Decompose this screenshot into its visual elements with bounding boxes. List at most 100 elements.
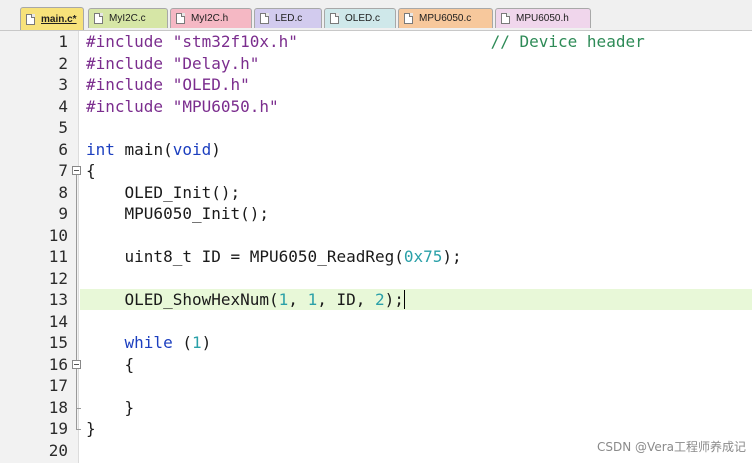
tab-label: main.c* bbox=[41, 13, 77, 25]
file-icon bbox=[330, 13, 339, 24]
tab-mpu6050-h[interactable]: MPU6050.h bbox=[495, 8, 591, 28]
code-text: uint8_t ID = MPU6050_ReadReg(0x75); bbox=[86, 246, 462, 267]
code-line[interactable]: 9 MPU6050_Init(); bbox=[0, 203, 752, 224]
line-number: 15 bbox=[48, 333, 68, 352]
code-token: { bbox=[86, 161, 96, 180]
text-caret bbox=[403, 290, 405, 309]
code-token: int bbox=[86, 139, 115, 159]
code-line[interactable]: 14 bbox=[0, 311, 752, 332]
code-token: "Delay.h" bbox=[172, 53, 260, 73]
line-number: 12 bbox=[48, 268, 68, 288]
code-text: int main(void) bbox=[86, 139, 221, 160]
code-line[interactable]: 8 OLED_Init(); bbox=[0, 182, 752, 203]
line-number: 19 bbox=[48, 419, 68, 438]
tab-label: MyI2C.c bbox=[109, 13, 146, 24]
code-text: { bbox=[86, 354, 135, 375]
watermark: CSDN @Vera工程师养成记 bbox=[597, 440, 746, 454]
code-line[interactable]: 5 bbox=[0, 117, 752, 138]
code-line[interactable]: 2 #include "Delay.h" bbox=[0, 53, 752, 74]
code-text: while (1) bbox=[86, 332, 212, 353]
code-token: , bbox=[288, 290, 308, 309]
editor-tab-bar: main.c* MyI2C.c MyI2C.h LED.c OLED.c MPU6050.… bbox=[0, 0, 752, 31]
code-token: } bbox=[86, 419, 96, 438]
line-number: 10 bbox=[48, 225, 68, 245]
code-token: "stm32f10x.h" bbox=[172, 32, 298, 51]
code-line[interactable]: 1 #include "stm32f10x.h" // Device header bbox=[0, 31, 752, 52]
line-number: 5 bbox=[58, 118, 68, 137]
line-number: 7 bbox=[58, 161, 68, 180]
code-line[interactable]: 18 } bbox=[0, 397, 752, 418]
code-token: uint8_t ID = MPU6050_ReadReg( bbox=[86, 247, 404, 266]
line-number: 2 bbox=[58, 53, 68, 73]
code-line[interactable]: 10 bbox=[0, 225, 752, 246]
code-token: 0x75 bbox=[403, 247, 443, 266]
code-text: MPU6050_Init(); bbox=[86, 203, 270, 224]
code-token: , ID, bbox=[317, 290, 375, 309]
code-token: #include bbox=[86, 96, 173, 116]
code-line[interactable]: 15 while (1) bbox=[0, 332, 752, 353]
code-editor[interactable]: 1 #include "stm32f10x.h" // Device header… bbox=[0, 31, 752, 463]
code-line[interactable]: 17 bbox=[0, 375, 752, 396]
code-token: MPU6050_Init(); bbox=[86, 204, 270, 223]
tab-mpu6050-c[interactable]: MPU6050.c bbox=[398, 8, 493, 28]
line-number: 6 bbox=[58, 139, 68, 159]
line-number: 18 bbox=[48, 397, 68, 417]
tab-label: MPU6050.h bbox=[516, 13, 569, 24]
code-token: // Device header bbox=[490, 32, 645, 51]
code-line[interactable]: 3 #include "OLED.h" bbox=[0, 74, 752, 95]
file-icon bbox=[26, 13, 35, 25]
code-line[interactable]: 19} bbox=[0, 418, 752, 439]
code-line[interactable]: 4 #include "MPU6050.h" bbox=[0, 96, 752, 117]
fold-end-marker bbox=[76, 407, 81, 409]
code-token: "OLED.h" bbox=[172, 75, 250, 94]
code-text: OLED_Init(); bbox=[86, 182, 241, 203]
code-line[interactable]: 13 OLED_ShowHexNum(1, 1, ID, 2); bbox=[0, 289, 752, 310]
code-text: #include "OLED.h" bbox=[86, 74, 250, 95]
code-token: ) bbox=[201, 333, 212, 352]
code-token: 1 bbox=[278, 290, 289, 309]
tab-myi2c-c[interactable]: MyI2C.c bbox=[88, 8, 168, 28]
line-number: 3 bbox=[58, 75, 68, 94]
code-line[interactable]: 16 { bbox=[0, 354, 752, 375]
code-token: #include bbox=[86, 75, 173, 94]
file-icon bbox=[260, 13, 269, 24]
code-line[interactable]: 12 bbox=[0, 268, 752, 289]
code-token: #include bbox=[86, 32, 173, 51]
code-line[interactable]: 11 uint8_t ID = MPU6050_ReadReg(0x75); bbox=[0, 246, 752, 267]
code-token: OLED_ShowHexNum( bbox=[86, 290, 279, 309]
file-icon bbox=[501, 13, 510, 24]
code-token: ); bbox=[384, 290, 404, 309]
line-number: 9 bbox=[58, 204, 68, 223]
line-number: 11 bbox=[48, 247, 68, 266]
fold-toggle-main[interactable] bbox=[72, 166, 81, 175]
fold-end-marker bbox=[76, 429, 81, 430]
code-token: OLED_Init(); bbox=[86, 182, 241, 202]
tab-label: LED.c bbox=[275, 13, 303, 24]
tab-main-c[interactable]: main.c* bbox=[20, 7, 84, 30]
code-token: 1 bbox=[191, 333, 202, 352]
tab-myi2c-h[interactable]: MyI2C.h bbox=[170, 8, 252, 28]
line-number: 4 bbox=[58, 96, 68, 116]
file-icon bbox=[94, 13, 103, 24]
line-number: 20 bbox=[48, 440, 68, 460]
code-token: main( bbox=[114, 139, 173, 159]
code-text: OLED_ShowHexNum(1, 1, ID, 2); bbox=[86, 289, 405, 310]
line-number: 14 bbox=[48, 311, 68, 331]
line-number: 17 bbox=[48, 376, 68, 395]
fold-toggle-while[interactable] bbox=[72, 359, 81, 369]
code-line[interactable]: 7{ bbox=[0, 160, 752, 181]
tab-label: MPU6050.c bbox=[419, 13, 472, 24]
code-token: ( bbox=[172, 333, 192, 352]
code-text: #include "stm32f10x.h" // Device header bbox=[86, 31, 645, 52]
line-number: 8 bbox=[58, 182, 68, 202]
code-text: } bbox=[86, 397, 135, 418]
code-text: } bbox=[86, 418, 96, 439]
tab-led-c[interactable]: LED.c bbox=[254, 8, 322, 28]
line-number: 16 bbox=[48, 354, 68, 374]
code-token: { bbox=[86, 354, 135, 374]
tab-label: MyI2C.h bbox=[191, 13, 229, 24]
code-token: 2 bbox=[375, 290, 385, 309]
code-token: } bbox=[86, 397, 135, 417]
tab-oled-c[interactable]: OLED.c bbox=[324, 8, 396, 28]
code-line[interactable]: 6 int main(void) bbox=[0, 139, 752, 160]
